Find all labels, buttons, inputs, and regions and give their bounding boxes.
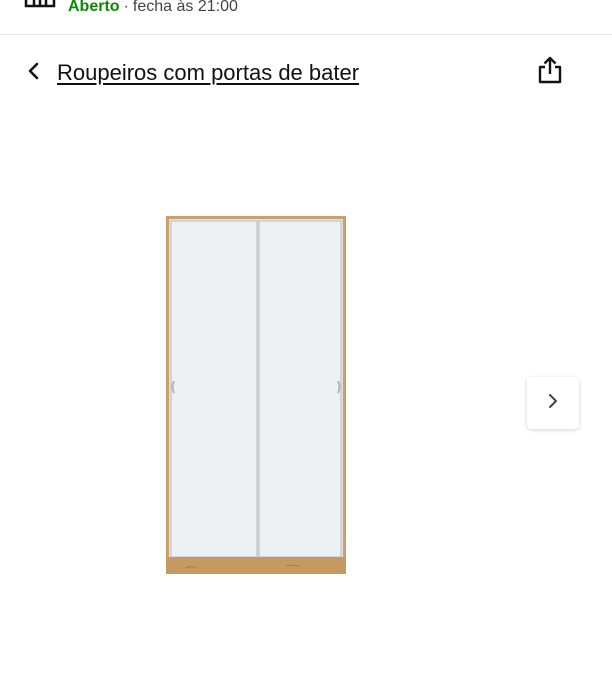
back-button[interactable] [20,58,48,88]
share-button[interactable] [534,56,566,88]
status-separator: · [123,0,129,15]
share-icon [537,56,563,89]
product-image[interactable] [166,216,346,574]
next-image-button[interactable] [527,377,579,429]
page-header: Roupeiros com portas de bater [0,44,612,102]
status-open: Aberto [68,0,120,15]
store-status-text: Aberto · fecha às 21:00 [68,0,238,17]
store-icon [24,0,56,10]
breadcrumb-link[interactable]: Roupeiros com portas de bater [57,58,359,88]
store-status-bar: Aberto · fecha às 21:00 [0,0,612,35]
closing-time: fecha às 21:00 [132,0,238,15]
product-gallery [0,120,612,680]
chevron-right-icon [546,392,560,415]
chevron-left-icon [26,61,42,86]
